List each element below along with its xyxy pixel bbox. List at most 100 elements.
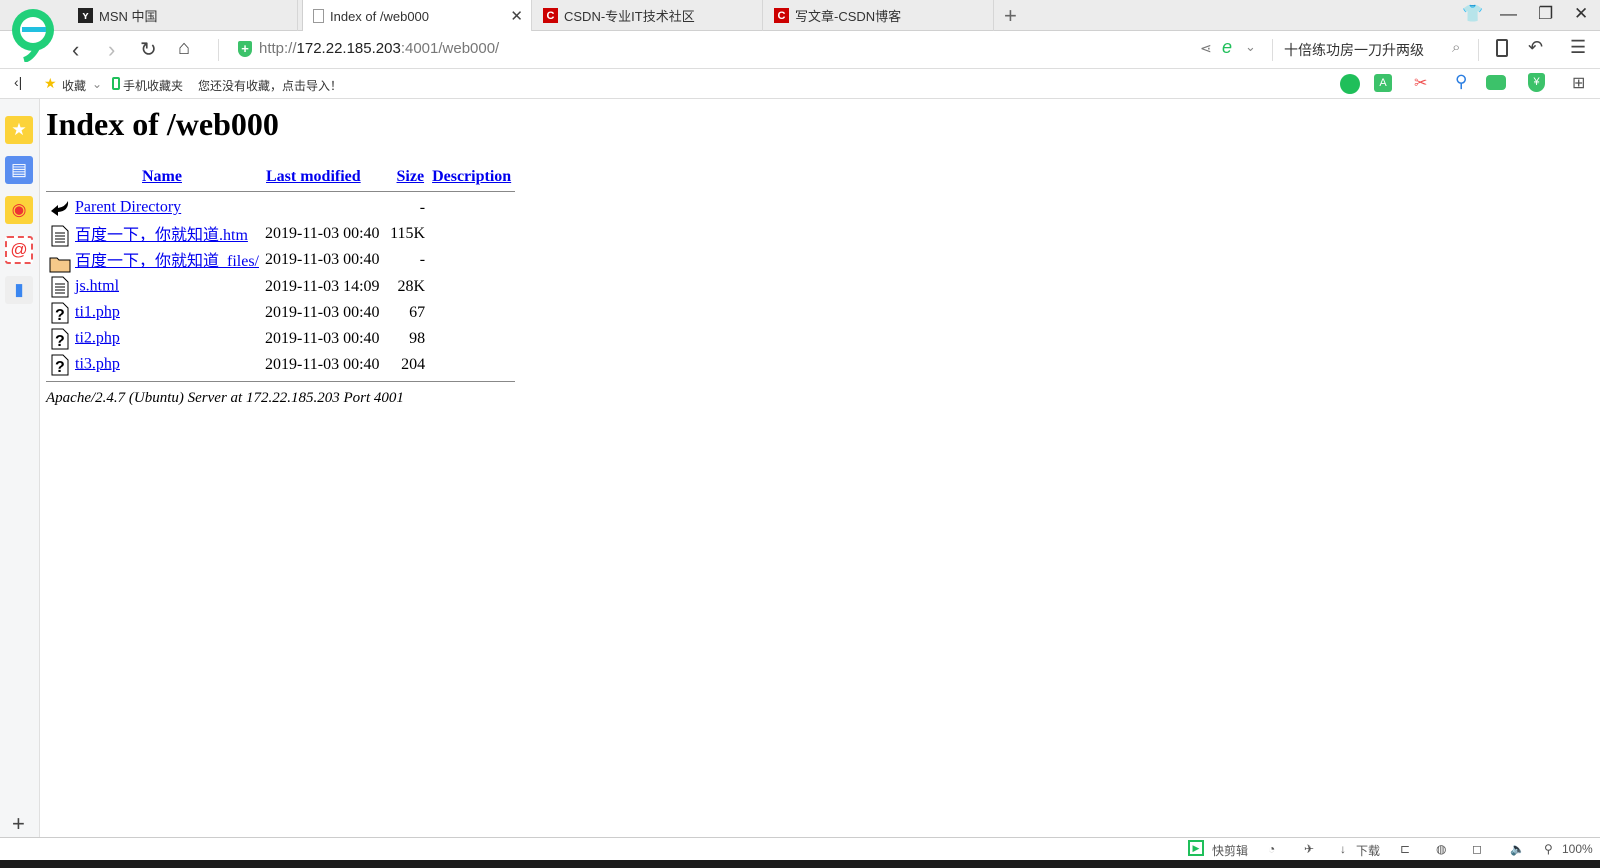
tab-msn[interactable]: ʏ MSN 中国	[68, 0, 298, 31]
add-sidebar-item-button[interactable]: +	[12, 811, 25, 837]
last-modified: 2019-11-03 00:40	[265, 303, 380, 321]
last-modified: 2019-11-03 00:40	[265, 355, 380, 373]
file-link[interactable]: ti2.php	[75, 329, 120, 346]
taskbar	[0, 860, 1600, 868]
file-size: -	[419, 251, 426, 269]
chevron-down-icon[interactable]: ⌄	[92, 77, 102, 91]
sort-by-name-link[interactable]: Name	[142, 168, 182, 185]
collapse-sidebar-icon[interactable]: ‹|	[14, 74, 22, 90]
file-link[interactable]: ti1.php	[75, 303, 120, 320]
table-row: Parent Directory -	[46, 195, 515, 221]
close-window-button[interactable]: ✕	[1574, 4, 1588, 24]
undo-icon[interactable]: ↶	[1528, 37, 1543, 58]
text-file-icon	[49, 225, 71, 247]
minimize-button[interactable]: —	[1500, 4, 1517, 24]
menu-icon[interactable]: ☰	[1570, 37, 1586, 58]
page-content: Index of /web000 Name Last modified Size…	[46, 104, 516, 407]
translate-icon[interactable]: A	[1374, 74, 1392, 92]
last-modified: 2019-11-03 00:40	[265, 329, 380, 347]
magnifier-icon[interactable]: ⚲	[1455, 72, 1467, 92]
tab-label: 写文章-CSDN博客	[795, 9, 902, 24]
file-link[interactable]: js.html	[75, 277, 119, 294]
last-modified: 2019-11-03 00:40	[265, 225, 380, 243]
file-size: 115K	[390, 225, 426, 243]
file-size: 204	[401, 355, 426, 373]
forward-button[interactable]: ›	[108, 37, 115, 63]
tab-label: Index of /web000	[330, 8, 430, 24]
mobile-favorites-button[interactable]: 手机收藏夹	[123, 77, 183, 94]
sort-by-size-link[interactable]: Size	[397, 168, 425, 185]
server-signature: Apache/2.4.7 (Ubuntu) Server at 172.22.1…	[46, 389, 404, 406]
table-row: js.html 2019-11-03 14:09 28K	[46, 274, 515, 300]
description	[428, 221, 515, 247]
file-link[interactable]: Parent Directory	[75, 199, 181, 216]
file-listing-table: Name Last modified Size Description Pare…	[46, 165, 516, 386]
zoom-icon[interactable]: ⚲	[1544, 842, 1553, 856]
url-input[interactable]: http://172.22.185.203:4001/web000/	[259, 40, 499, 57]
browser-icon[interactable]: ◍	[1436, 842, 1446, 856]
file-link[interactable]: 百度一下，你就知道.htm	[75, 227, 248, 244]
quick-edit-icon: ▶	[1188, 840, 1204, 856]
favorites-button[interactable]: 收藏	[62, 77, 86, 94]
msn-icon: ʏ	[78, 8, 93, 23]
document-icon[interactable]: ▮	[5, 276, 33, 304]
tab-bar: ʏ MSN 中国 Index of /web000 ✕ C CSDN-专业IT技术社区…	[0, 0, 1600, 62]
speedup-icon[interactable]: ◔	[1268, 842, 1275, 856]
description	[428, 300, 515, 326]
address-bar: ‹ › ↻ ⌂ + http://172.22.185.203:4001/web…	[0, 31, 1600, 69]
description	[428, 195, 515, 221]
page-icon	[313, 9, 324, 23]
window-icon[interactable]: ◻	[1472, 842, 1482, 856]
scissors-icon[interactable]: ✂	[1414, 73, 1427, 93]
home-button[interactable]: ⌂	[178, 37, 190, 60]
skin-icon[interactable]: 👕	[1462, 4, 1483, 24]
weibo-icon[interactable]: ◉	[5, 196, 33, 224]
import-favorites-link[interactable]: 您还没有收藏，点击导入！	[198, 77, 342, 94]
csdn-icon: C	[774, 8, 789, 23]
unknown-file-icon: ?	[49, 354, 71, 376]
shield-yen-icon[interactable]: ¥	[1528, 73, 1545, 92]
browser-logo-icon	[12, 9, 54, 62]
mobile-icon[interactable]	[1496, 39, 1508, 57]
csdn-icon: C	[543, 8, 558, 23]
bookmarks-bar: ‹| ★ 收藏 ⌄ 手机收藏夹 您还没有收藏，点击导入！ A ✂ ⚲ ¥ ⊞	[0, 69, 1600, 99]
chevron-down-icon[interactable]: ⌄	[1245, 39, 1256, 55]
file-link[interactable]: 百度一下，你就知道_files/	[75, 253, 259, 270]
search-icon[interactable]: ⌕	[1452, 39, 1460, 56]
zoom-level[interactable]: 100%	[1562, 842, 1593, 856]
table-row: ? ti3.php 2019-11-03 00:40 204	[46, 352, 515, 378]
search-input[interactable]: 十倍练功房一刀升两级	[1284, 40, 1424, 60]
unknown-file-icon: ?	[49, 302, 71, 324]
restore-button[interactable]: ❐	[1538, 4, 1553, 24]
ie-mode-icon[interactable]: e	[1222, 37, 1232, 58]
favorites-star-icon[interactable]: ★	[5, 116, 33, 144]
reader-icon[interactable]	[1340, 74, 1360, 94]
tab-index[interactable]: Index of /web000 ✕	[302, 0, 532, 32]
close-tab-icon[interactable]: ✕	[510, 7, 523, 25]
quick-edit-button[interactable]: 快剪辑	[1212, 842, 1248, 859]
sound-icon[interactable]: 🔈	[1510, 842, 1525, 856]
new-tab-button[interactable]: +	[1004, 3, 1017, 29]
reload-button[interactable]: ↻	[140, 37, 157, 62]
screenshot-icon[interactable]: ⊏	[1400, 842, 1410, 856]
svg-text:?: ?	[55, 307, 65, 324]
rocket-icon[interactable]: ✈	[1304, 842, 1314, 856]
tab-csdn[interactable]: C CSDN-专业IT技术社区	[533, 0, 763, 31]
game-icon[interactable]	[1486, 75, 1506, 90]
mail-icon[interactable]: @	[5, 236, 33, 264]
file-size: -	[419, 199, 426, 216]
sort-by-description-link[interactable]: Description	[432, 168, 511, 185]
tab-csdn-blog[interactable]: C 写文章-CSDN博客	[764, 0, 994, 31]
file-link[interactable]: ti3.php	[75, 355, 120, 372]
last-modified: 2019-11-03 14:09	[265, 277, 380, 295]
page-title: Index of /web000	[46, 106, 279, 142]
back-icon	[49, 197, 71, 219]
tab-label: CSDN-专业IT技术社区	[564, 9, 695, 24]
secure-shield-icon: +	[238, 41, 252, 57]
back-button[interactable]: ‹	[72, 37, 79, 63]
sort-by-modified-link[interactable]: Last modified	[266, 168, 361, 185]
share-icon[interactable]: ⋖	[1200, 40, 1212, 57]
apps-grid-icon[interactable]: ⊞	[1572, 73, 1585, 93]
download-button[interactable]: 下载	[1356, 842, 1380, 859]
news-icon[interactable]: ▤	[5, 156, 33, 184]
